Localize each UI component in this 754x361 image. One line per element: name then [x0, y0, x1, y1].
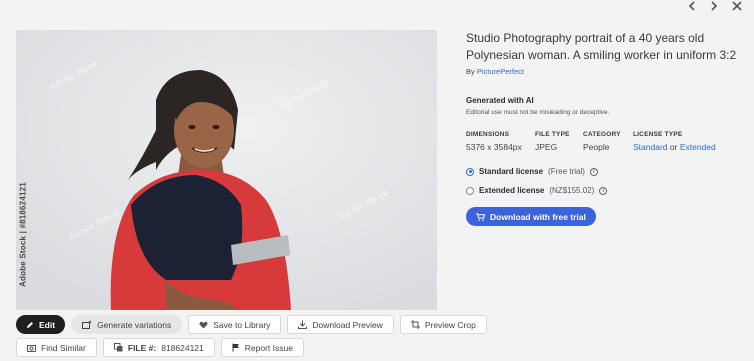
file-number-value: 818624121 [161, 342, 204, 353]
save-to-library-label: Save to Library [213, 319, 271, 330]
standard-license-link[interactable]: Standard [633, 142, 668, 152]
sparkle-image-icon [82, 320, 93, 329]
edit-button[interactable]: Edit [16, 315, 66, 334]
preview-crop-button[interactable]: Preview Crop [399, 315, 487, 334]
close-icon[interactable] [732, 1, 742, 11]
info-icon[interactable]: i [599, 186, 608, 195]
edit-button-label: Edit [39, 319, 56, 330]
file-type-column: FILE TYPE JPEG [535, 131, 583, 152]
dimensions-value: 5376 x 3584px [466, 142, 522, 152]
download-icon [298, 320, 308, 329]
dimensions-column: DIMENSIONS 5376 x 3584px [466, 131, 535, 152]
download-free-trial-button[interactable]: Download with free trial [466, 207, 596, 226]
license-type-label: LICENSE TYPE [633, 131, 683, 138]
stock-image[interactable]: Adobe Stock Adobe Stock Adobe Stock Adob… [16, 30, 437, 310]
asset-metadata: DIMENSIONS 5376 x 3584px FILE TYPE JPEG … [466, 131, 746, 152]
camera-search-icon [27, 344, 36, 352]
download-free-trial-label: Download with free trial [490, 211, 586, 222]
pencil-icon [27, 321, 33, 328]
extended-license-note: (NZ$155.02) [549, 186, 595, 195]
ai-note: Editorial use must not be misleading or … [466, 109, 610, 116]
asset-details: Studio Photography portrait of a 40 year… [466, 30, 746, 226]
generate-variations-label: Generate variations [97, 319, 172, 330]
save-to-library-button[interactable]: Save to Library [188, 315, 282, 334]
file-type-label: FILE TYPE [535, 131, 570, 138]
crop-icon [410, 320, 420, 329]
standard-license-radio[interactable] [466, 167, 474, 176]
by-prefix: By [466, 67, 475, 76]
extended-license-option[interactable]: Extended license (NZ$155.02) i [466, 186, 746, 195]
chevron-left-icon[interactable] [688, 1, 696, 11]
file-number-label: FILE #: [127, 342, 157, 353]
license-type-column: LICENSE TYPE Standard or Extended [633, 131, 716, 152]
copy-icon [113, 343, 123, 352]
image-actions-row-1: Edit Generate variations Save to Library… [16, 315, 487, 334]
extended-license-label: Extended license [479, 186, 545, 195]
category-label: CATEGORY [583, 131, 621, 138]
find-similar-button[interactable]: Find Similar [16, 338, 97, 357]
top-nav [688, 0, 742, 12]
category-column: CATEGORY People [583, 131, 633, 152]
dimensions-label: DIMENSIONS [466, 131, 510, 138]
ai-heading: Generated with AI [466, 96, 534, 105]
cart-icon [476, 212, 485, 221]
author-byline: By PicturePerfect [466, 67, 746, 76]
license-type-value: Standard or Extended [633, 142, 716, 152]
generate-variations-button[interactable]: Generate variations [71, 315, 183, 334]
download-preview-label: Download Preview [312, 319, 383, 330]
standard-license-option[interactable]: Standard license (Free trial) i [466, 167, 746, 176]
info-icon[interactable]: i [589, 167, 598, 176]
file-type-value: JPEG [535, 142, 558, 152]
extended-license-radio[interactable] [466, 186, 474, 195]
find-similar-label: Find Similar [41, 342, 86, 353]
author-link[interactable]: PicturePerfect [477, 67, 524, 76]
report-issue-button[interactable]: Report Issue [220, 338, 304, 357]
flag-icon [232, 343, 239, 352]
heart-icon [199, 321, 208, 328]
license-or-text: or [669, 142, 678, 152]
download-preview-button[interactable]: Download Preview [287, 315, 394, 334]
file-number-button[interactable]: FILE #: 818624121 [102, 338, 215, 357]
preview-crop-label: Preview Crop [424, 319, 476, 330]
asset-title: Studio Photography portrait of a 40 year… [466, 31, 737, 62]
extended-license-link[interactable]: Extended [680, 142, 716, 152]
standard-license-label: Standard license [479, 167, 544, 176]
category-link[interactable]: People [583, 142, 633, 152]
image-actions-row-2: Find Similar FILE #: 818624121 Report Is… [16, 338, 304, 357]
report-issue-label: Report Issue [244, 342, 293, 353]
image-watermark-id: Adobe Stock | #818624121 [18, 182, 28, 287]
standard-license-note: (Free trial) [548, 167, 585, 176]
chevron-right-icon[interactable] [710, 1, 718, 11]
